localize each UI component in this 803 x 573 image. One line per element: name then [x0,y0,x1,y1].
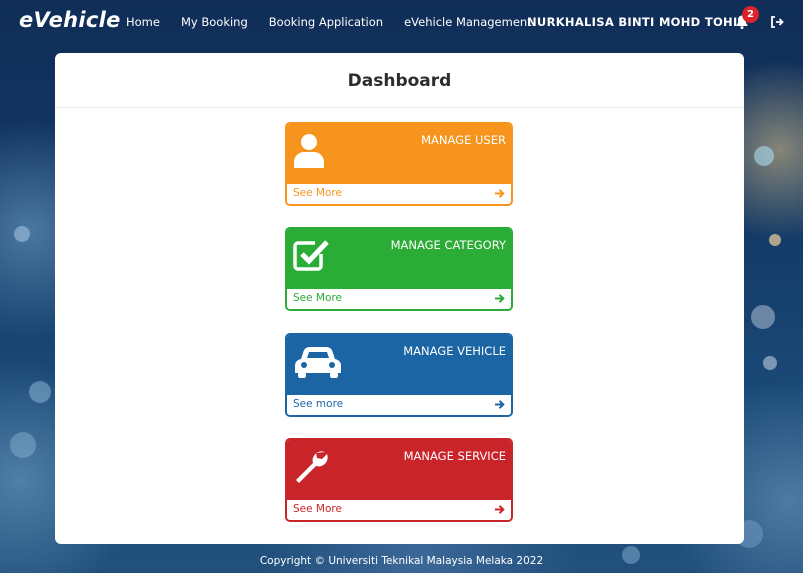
panel-header: Dashboard [55,53,744,108]
nav-link-evehicle-management[interactable]: eVehicle Management [404,15,532,29]
manage-service-footer[interactable]: See More [287,500,511,520]
manage-user-card[interactable]: MANAGE USER See More [285,122,513,206]
manage-service-card[interactable]: MANAGE SERVICE See More [285,438,513,522]
dashboard-panel: Dashboard MANAGE USER See More MANAGE CA… [55,53,744,544]
manage-user-card-header: MANAGE USER [287,124,511,186]
wrench-icon [296,451,328,483]
manage-vehicle-card[interactable]: MANAGE VEHICLE See more [285,333,513,417]
manage-category-card[interactable]: MANAGE CATEGORY See More [285,227,513,311]
arrow-right-icon [495,294,505,303]
nav-link-booking-application[interactable]: Booking Application [269,15,383,29]
navbar: eVehicle Home My Booking Booking Applica… [0,0,803,46]
user-icon [294,134,324,168]
notification-badge: 2 [742,6,759,23]
brand-logo[interactable]: eVehicle [19,8,121,32]
manage-category-see-more-link[interactable]: See More [293,292,342,304]
manage-category-footer[interactable]: See More [287,289,511,309]
page-title: Dashboard [347,71,452,91]
nav-links: Home My Booking Booking Application eVeh… [126,15,553,29]
manage-category-card-header: MANAGE CATEGORY [287,229,511,291]
car-icon [295,347,341,378]
arrow-right-icon [495,189,505,198]
nav-link-home[interactable]: Home [126,15,160,29]
manage-vehicle-title: MANAGE VEHICLE [403,344,506,358]
arrow-right-icon [495,400,505,409]
manage-service-card-header: MANAGE SERVICE [287,440,511,502]
nav-link-my-booking[interactable]: My Booking [181,15,248,29]
manage-service-title: MANAGE SERVICE [403,449,506,463]
manage-user-footer[interactable]: See More [287,184,511,204]
manage-user-title: MANAGE USER [421,133,506,147]
manage-vehicle-card-header: MANAGE VEHICLE [287,335,511,397]
manage-user-see-more-link[interactable]: See More [293,187,342,199]
arrow-right-icon [495,505,505,514]
manage-vehicle-see-more-link[interactable]: See more [293,398,343,410]
footer-copyright: Copyright © Universiti Teknikal Malaysia… [259,555,544,567]
logout-icon[interactable] [770,15,784,29]
manage-service-see-more-link[interactable]: See More [293,503,342,515]
manage-vehicle-footer[interactable]: See more [287,395,511,415]
manage-category-title: MANAGE CATEGORY [390,238,506,252]
user-menu[interactable]: NURKHALISA BINTI MOHD TOHIR [527,15,747,29]
checkbox-checked-icon [293,240,329,271]
